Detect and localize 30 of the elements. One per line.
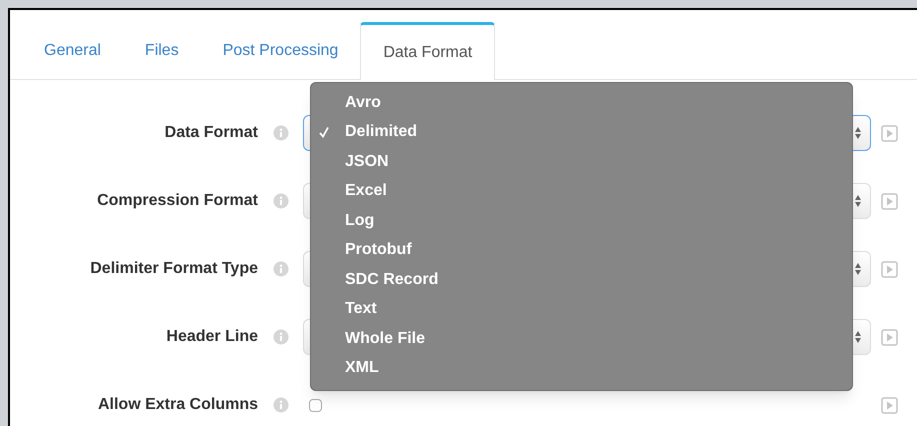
info-icon	[272, 125, 288, 141]
field-label: Delimiter Format Type	[89, 259, 258, 279]
menu-option[interactable]: Avro	[311, 88, 852, 118]
menu-option[interactable]: XML	[311, 354, 852, 383]
menu-option[interactable]: Text	[311, 294, 852, 324]
menu-option[interactable]: Log	[311, 206, 852, 236]
menu-option[interactable]: Excel	[311, 176, 852, 206]
expand-icon[interactable]	[881, 396, 898, 414]
field-label: Header Line	[165, 327, 258, 347]
info-icon	[272, 261, 288, 277]
menu-option[interactable]: Protobuf	[311, 236, 852, 265]
tab[interactable]: Post Processing	[200, 22, 360, 80]
expand-icon[interactable]	[881, 124, 898, 142]
menu-option[interactable]: Whole File	[311, 324, 852, 354]
info-icon	[272, 193, 288, 209]
menu-option[interactable]: SDC Record	[311, 265, 852, 294]
menu-option[interactable]: Delimited	[311, 118, 852, 147]
field-label: Allow Extra Columns	[96, 395, 258, 415]
checkbox[interactable]	[309, 398, 322, 412]
info-icon	[272, 397, 288, 413]
tab[interactable]: Data Format	[360, 22, 496, 80]
field-label: Compression Format	[96, 191, 258, 211]
tab[interactable]: Files	[122, 22, 201, 80]
tab[interactable]: General	[22, 22, 123, 80]
expand-icon[interactable]	[881, 260, 898, 278]
menu-option[interactable]: JSON	[311, 147, 852, 176]
expand-icon[interactable]	[881, 328, 898, 346]
expand-icon[interactable]	[881, 192, 898, 210]
field-label: Data Format	[164, 123, 258, 143]
info-icon	[272, 329, 288, 345]
